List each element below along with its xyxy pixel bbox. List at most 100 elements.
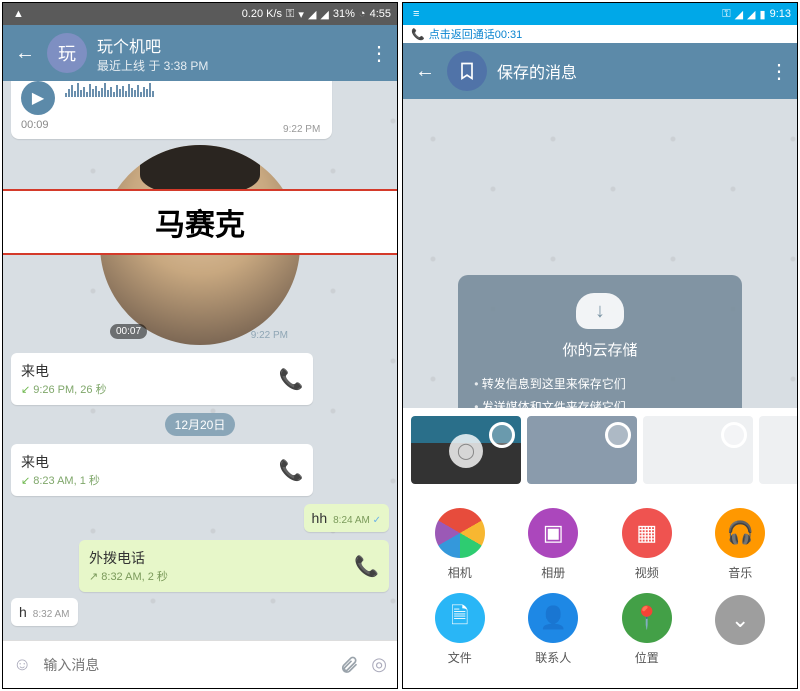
attach-label: 文件 [448,649,472,666]
attach-label: 音乐 [728,564,752,581]
signal-icon: ◢ [735,8,743,21]
arrow-out-icon: ↗ [89,570,98,583]
attachment-panel: ◯ 相机 ▣ 相册 ▦视频 🎧音乐 🗎 文件 👤联系人 📍位置 ⌄ [403,408,797,688]
incoming-text-message[interactable]: h 8:32 AM [11,598,78,626]
call-title: 来电 [21,361,278,381]
voice-duration: 00:09 [21,115,322,131]
status-bar: ▲ 0.20 K/s ⚿ ▾ ◢ ◢ 31% ◔ 4:55 [3,3,397,25]
phone-icon[interactable]: 📞 [354,554,379,579]
arrow-in-icon: ↙ [21,383,30,396]
attach-button[interactable] [339,655,359,675]
select-circle[interactable] [489,422,515,448]
timestamp: 9:22 PM [283,122,324,135]
phone-right: ≡ ⚿ ◢ ◢ ▮ 9:13 📞 点击返回通话00:31 ← 保存的消息 ⋮ 你… [402,2,798,689]
censor-label: 马赛克 [155,200,245,244]
attach-location[interactable]: 📍位置 [600,587,694,672]
media-thumb[interactable] [759,416,797,484]
select-circle[interactable] [721,422,747,448]
media-thumb[interactable] [527,416,637,484]
phone-icon: 📞 [411,28,425,41]
outgoing-call-row[interactable]: 外拨电话 ↗8:32 AM, 2 秒 📞 [79,540,389,592]
camera-icon [435,508,485,558]
more-menu-button[interactable]: ⋮ [369,41,387,66]
incoming-call-row[interactable]: 来电 ↙8:23 AM, 1 秒 📞 [11,444,313,496]
arrow-in-icon: ↙ [21,474,30,487]
message-input[interactable] [43,657,327,673]
play-icon[interactable]: ▶ [21,81,55,115]
attach-video[interactable]: ▦视频 [600,502,694,587]
call-subtitle: 8:32 AM, 2 秒 [101,568,168,584]
emoji-button[interactable]: ☺ [13,654,31,675]
chat-area[interactable]: 你的云存储 转发信息到这里来保存它们 发送媒体和文件来存储它们 在任意设备上访问… [403,99,797,408]
timestamp: 9:22 PM [251,330,288,341]
select-circle[interactable] [605,422,631,448]
attach-label: 视频 [635,564,659,581]
cloud-title: 你的云存储 [474,339,726,360]
status-bar: ≡ ⚿ ◢ ◢ ▮ 9:13 [403,3,797,25]
video-duration-badge: 00:07 [110,324,147,339]
pin-icon: 📍 [622,593,672,643]
recent-media-row[interactable]: ◯ [403,408,797,492]
chevron-down-icon: ⌄ [715,595,765,645]
attach-music[interactable]: 🎧音乐 [694,502,788,587]
waveform [65,81,322,97]
wifi-icon: ▾ [298,8,304,21]
outgoing-text-message[interactable]: hh 8:24 AM [304,504,389,532]
battery-icon: ▮ [760,8,766,21]
timestamp: 8:24 AM [333,515,381,526]
person-icon: 👤 [528,593,578,643]
header-title-block[interactable]: 玩个机吧 最近上线 于 3:38 PM [97,33,369,74]
attach-label: 相机 [448,564,472,581]
more-menu-button[interactable]: ⋮ [769,59,787,84]
camera-icon: ◯ [449,434,483,468]
voice-record-button[interactable]: ◎ [371,654,387,675]
media-thumb[interactable] [643,416,753,484]
message-text: hh [312,510,328,526]
attach-camera[interactable]: 相机 [413,502,507,587]
last-seen: 最近上线 于 3:38 PM [97,57,369,74]
attach-label [739,651,742,665]
vpn-key-icon: ⚿ [722,8,730,21]
attach-album[interactable]: ▣ 相册 [507,502,601,587]
signal-icon-2: ◢ [320,8,328,21]
back-button[interactable]: ← [413,60,437,83]
back-button[interactable]: ← [13,42,37,65]
call-title: 外拨电话 [89,548,354,568]
call-subtitle: 8:23 AM, 1 秒 [33,472,100,488]
voice-message[interactable]: ▶ 00:09 9:22 PM [11,81,332,139]
warning-icon: ▲ [13,8,24,20]
media-thumb[interactable]: ◯ [411,416,521,484]
censor-overlay: 马赛克 [3,189,397,255]
return-to-call-bar[interactable]: 📞 点击返回通话00:31 [403,25,797,43]
file-icon: 🗎 [435,593,485,643]
chat-header: ← 玩 玩个机吧 最近上线 于 3:38 PM ⋮ [3,25,397,81]
attach-contact[interactable]: 👤联系人 [507,587,601,672]
incoming-call-row[interactable]: 来电 ↙9:26 PM, 26 秒 📞 [11,353,313,405]
clock-text: 4:55 [370,8,391,20]
message-text: h [19,604,27,620]
phone-icon[interactable]: 📞 [278,367,303,392]
list-item: 发送媒体和文件来存储它们 [474,395,726,408]
cloud-storage-card: 你的云存储 转发信息到这里来保存它们 发送媒体和文件来存储它们 在任意设备上访问… [458,275,742,408]
clock-text: 9:13 [770,8,791,20]
call-subtitle: 9:26 PM, 26 秒 [33,381,106,397]
attach-label: 相册 [541,564,565,581]
list-item: 转发信息到这里来保存它们 [474,372,726,395]
alarm-icon: ◔ [359,8,366,20]
image-icon: ▣ [528,508,578,558]
avatar[interactable]: 玩 [47,33,87,73]
chat-area[interactable]: ▶ 00:09 9:22 PM 00:07 9:22 PM 来电 ↙9:26 P… [3,81,397,640]
attach-close[interactable]: ⌄ [694,587,788,672]
net-speed: 0.20 K/s [242,8,282,20]
signal-icon-2: ◢ [747,8,755,21]
signal-icon: ◢ [308,8,316,21]
battery-text: 31% [333,8,355,20]
timestamp: 8:32 AM [33,609,70,620]
header-title-block[interactable]: 保存的消息 [497,59,769,83]
phone-icon[interactable]: 📞 [278,458,303,483]
return-call-text: 点击返回通话00:31 [429,26,523,42]
chat-title: 保存的消息 [497,59,769,83]
chat-title: 玩个机吧 [97,33,369,57]
saved-messages-icon[interactable] [447,51,487,91]
attach-file[interactable]: 🗎 文件 [413,587,507,672]
